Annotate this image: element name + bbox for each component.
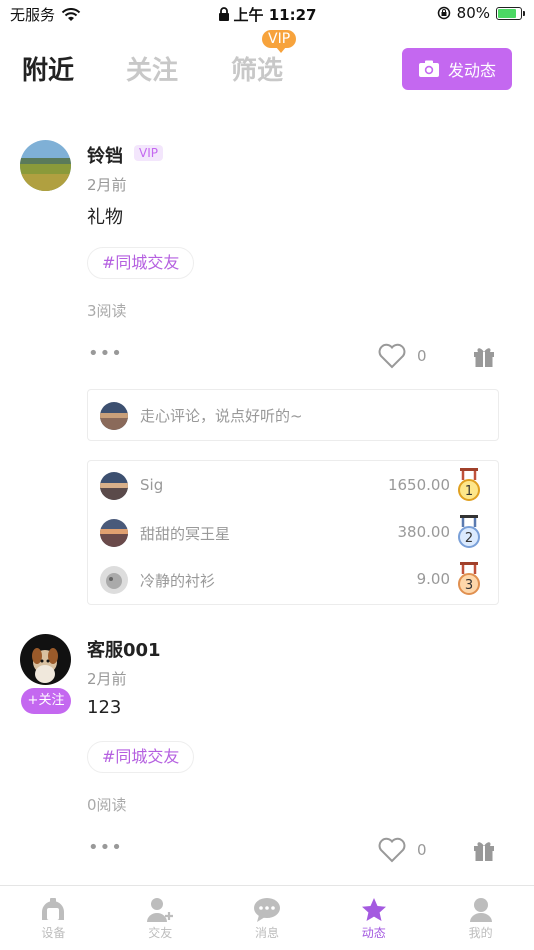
battery-icon — [496, 6, 525, 20]
device-icon — [42, 898, 65, 920]
tab-label: 动态 — [361, 926, 386, 940]
read-count: 0阅读 — [87, 796, 127, 814]
gift-icon[interactable] — [472, 344, 496, 368]
comment-avatar — [100, 402, 128, 430]
gift-sender-name: 冷静的衬衫 — [140, 572, 216, 590]
status-bar: 无服务 上午 11:27 80% — [0, 0, 534, 28]
avatar-landscape-image — [20, 140, 71, 191]
more-button[interactable]: ••• — [88, 343, 123, 364]
gold-medal-icon: 1 — [458, 468, 480, 501]
silver-medal-icon: 2 — [458, 515, 480, 548]
medal-rank: 2 — [465, 531, 473, 546]
like-count: 0 — [417, 347, 427, 365]
avatar[interactable] — [20, 140, 71, 191]
star-icon — [361, 898, 386, 921]
tab-filter[interactable]: 筛选 — [231, 50, 283, 87]
battery-fill — [498, 8, 516, 18]
avatar-dog-image — [20, 634, 71, 685]
gift-avatar — [100, 566, 128, 594]
gift-avatar — [100, 472, 128, 500]
medal-rank: 1 — [465, 484, 473, 499]
gift-value: 1650.00 — [387, 476, 450, 494]
heart-icon[interactable] — [378, 343, 406, 369]
post-content: 123 — [87, 697, 122, 718]
bronze-medal-icon: 3 — [458, 562, 480, 595]
tab-follow[interactable]: 关注 — [126, 50, 178, 87]
gift-row[interactable]: 甜甜的冥王星 380.00 2 — [88, 513, 498, 553]
topic-tag[interactable]: #同城交友 — [87, 247, 195, 279]
profile-icon — [469, 898, 492, 922]
time-label: 上午 11:27 — [233, 6, 317, 24]
tab-friends[interactable]: 交友 — [107, 886, 214, 950]
lock-icon — [218, 7, 229, 21]
tab-messages[interactable]: 消息 — [214, 886, 321, 950]
vip-badge: VIP — [262, 30, 297, 53]
avatar[interactable] — [20, 634, 71, 685]
gift-icon[interactable] — [472, 838, 496, 862]
battery-percent: 80% — [456, 4, 490, 22]
status-right: 80% — [437, 4, 525, 22]
gift-value: 380.00 — [397, 523, 451, 541]
topic-tag[interactable]: #同城交友 — [87, 741, 195, 773]
post-button-label: 发动态 — [447, 61, 496, 80]
post-content: 礼物 — [87, 207, 123, 228]
vip-tag: VIP — [134, 145, 163, 161]
bottom-tab-bar: 设备 交友 消息 动态 我的 — [0, 885, 534, 950]
tab-profile[interactable]: 我的 — [427, 886, 534, 950]
username[interactable]: 铃铛 — [87, 142, 123, 168]
tab-device[interactable]: 设备 — [0, 886, 107, 950]
tab-label: 消息 — [254, 926, 279, 940]
comment-placeholder: 走心评论，说点好听的~ — [140, 407, 303, 425]
tab-label: 我的 — [468, 926, 493, 940]
rotation-lock-icon — [437, 6, 450, 20]
tab-label: 交友 — [148, 926, 173, 940]
tab-nearby[interactable]: 附近 — [22, 50, 74, 87]
gift-sender-name: 甜甜的冥王星 — [140, 525, 231, 543]
gift-avatar — [100, 519, 128, 547]
username[interactable]: 客服001 — [87, 636, 161, 662]
heart-icon[interactable] — [378, 837, 406, 863]
camera-icon — [418, 60, 439, 77]
gift-row[interactable]: Sig 1650.00 1 — [88, 466, 498, 506]
message-icon — [253, 898, 280, 922]
gift-value: 9.00 — [416, 570, 450, 588]
comment-input[interactable]: 走心评论，说点好听的~ — [87, 389, 499, 441]
tab-label: 设备 — [41, 926, 66, 940]
gift-row[interactable]: 冷静的衬衫 9.00 3 — [88, 560, 498, 600]
medal-rank: 3 — [465, 578, 473, 593]
add-friend-icon — [147, 898, 174, 922]
tab-moments[interactable]: 动态 — [320, 886, 427, 950]
post-time: 2月前 — [87, 176, 127, 194]
read-count: 3阅读 — [87, 302, 127, 320]
header: 附近 关注 筛选 VIP 发动态 — [0, 30, 534, 100]
gift-sender-name: Sig — [140, 476, 164, 494]
gift-ranking-list: Sig 1650.00 1 甜甜的冥王星 380.00 2 冷静的衬衫 9.00… — [87, 460, 499, 605]
more-button[interactable]: ••• — [88, 837, 123, 858]
post-button[interactable]: 发动态 — [402, 48, 512, 90]
post-time: 2月前 — [87, 670, 127, 688]
follow-button[interactable]: +关注 — [21, 688, 71, 714]
like-count: 0 — [417, 841, 427, 859]
